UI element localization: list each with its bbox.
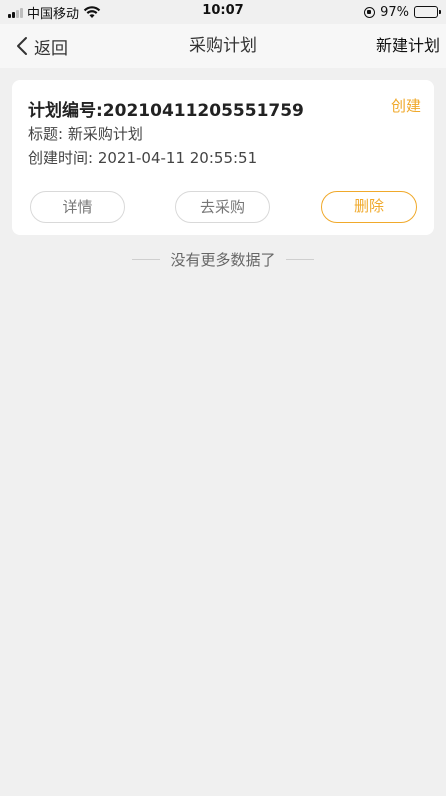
status-right: 97%	[364, 3, 441, 21]
chevron-left-icon	[17, 37, 27, 55]
delete-button[interactable]: 删除	[321, 191, 417, 223]
back-label: 返回	[34, 38, 68, 59]
plan-title: 标题: 新采购计划	[28, 125, 143, 143]
back-button[interactable]: 返回	[16, 33, 68, 59]
go-purchase-button[interactable]: 去采购	[175, 191, 270, 223]
battery-icon	[414, 6, 441, 18]
plan-number: 计划编号:20210411205551759	[28, 101, 304, 121]
divider-left	[132, 258, 161, 260]
new-plan-button[interactable]: 新建计划	[376, 33, 440, 59]
detail-button[interactable]: 详情	[30, 191, 125, 223]
nav-bar: 采购计划 返回 新建计划	[0, 24, 446, 68]
divider-right	[285, 258, 314, 260]
no-more-data: 没有更多数据了	[0, 248, 446, 270]
orientation-lock-icon	[364, 6, 376, 18]
no-more-text: 没有更多数据了	[170, 250, 276, 269]
plan-created-time: 创建时间: 2021-04-11 20:55:51	[28, 149, 258, 167]
plan-card: 计划编号:20210411205551759 创建 标题: 新采购计划 创建时间…	[12, 80, 434, 235]
plan-status-badge: 创建	[390, 97, 421, 115]
battery-percent: 97%	[380, 4, 409, 20]
status-bar: 中国移动 10:07 97%	[0, 0, 446, 24]
